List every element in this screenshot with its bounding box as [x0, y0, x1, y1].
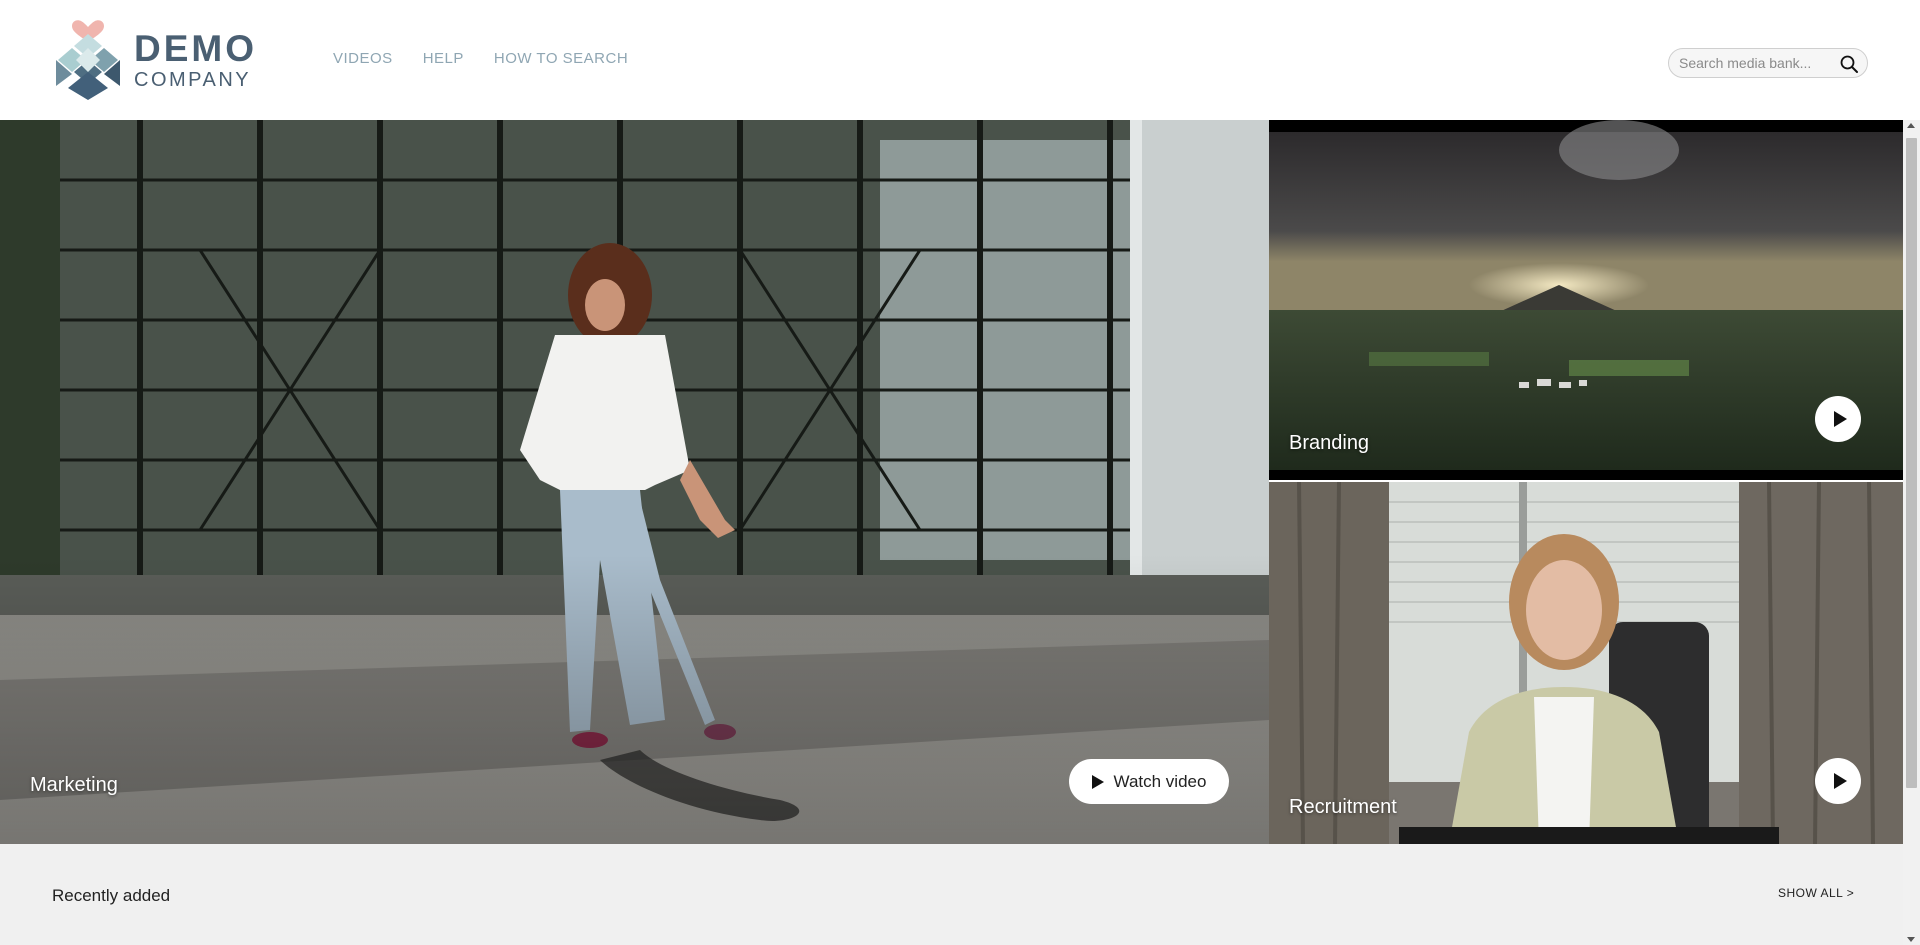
show-all-link[interactable]: SHOW ALL >: [1778, 886, 1854, 900]
recently-added-title: Recently added: [52, 886, 171, 905]
hero-marketing-label: Marketing: [30, 774, 118, 796]
play-icon: [1833, 773, 1847, 789]
company-logo[interactable]: DEMO COMPANY: [50, 20, 260, 100]
search-box: [1668, 48, 1868, 78]
play-icon: [1091, 774, 1104, 789]
logo-line-demo: DEMO: [134, 28, 257, 69]
marketing-video-thumbnail: [0, 120, 1269, 844]
recently-added-section: Recently added SHOW ALL >: [0, 844, 1903, 945]
main-nav: VIDEOS HELP HOW TO SEARCH: [333, 50, 628, 67]
page-scrollbar[interactable]: [1903, 120, 1920, 945]
hero-tile-recruitment[interactable]: Recruitment: [1269, 482, 1903, 844]
hero-tile-recruitment-label: Recruitment: [1289, 796, 1397, 818]
watch-video-label: Watch video: [1113, 771, 1207, 791]
recruitment-video-thumbnail: [1269, 482, 1903, 844]
logo-mark-icon: [56, 20, 120, 100]
logo-line-company: COMPANY: [134, 69, 252, 91]
hero-tile-branding[interactable]: Branding: [1269, 120, 1903, 480]
scrollbar-thumb[interactable]: [1906, 138, 1917, 788]
logo-text: DEMO COMPANY: [134, 30, 257, 90]
scroll-up-arrow-icon[interactable]: [1907, 123, 1915, 128]
nav-item-how-to-search[interactable]: HOW TO SEARCH: [494, 50, 628, 67]
nav-item-help[interactable]: HELP: [423, 50, 464, 67]
page: DEMO COMPANY VIDEOS HELP HOW TO SEARCH S…: [0, 0, 1920, 945]
watch-video-button[interactable]: Watch video: [1069, 759, 1229, 804]
play-icon: [1833, 411, 1847, 427]
hero-tile-branding-label: Branding: [1289, 432, 1370, 454]
scroll-down-arrow-icon[interactable]: [1907, 937, 1915, 942]
branding-play-button[interactable]: [1815, 396, 1861, 442]
nav-item-videos[interactable]: VIDEOS: [333, 50, 393, 67]
search-icon[interactable]: [1839, 54, 1859, 74]
search-input[interactable]: [1679, 55, 1839, 71]
recruitment-play-button[interactable]: [1815, 758, 1861, 804]
hero-marketing[interactable]: Marketing: [0, 120, 1269, 844]
site-header: DEMO COMPANY VIDEOS HELP HOW TO SEARCH: [0, 0, 1903, 120]
branding-video-thumbnail: [1269, 120, 1903, 480]
